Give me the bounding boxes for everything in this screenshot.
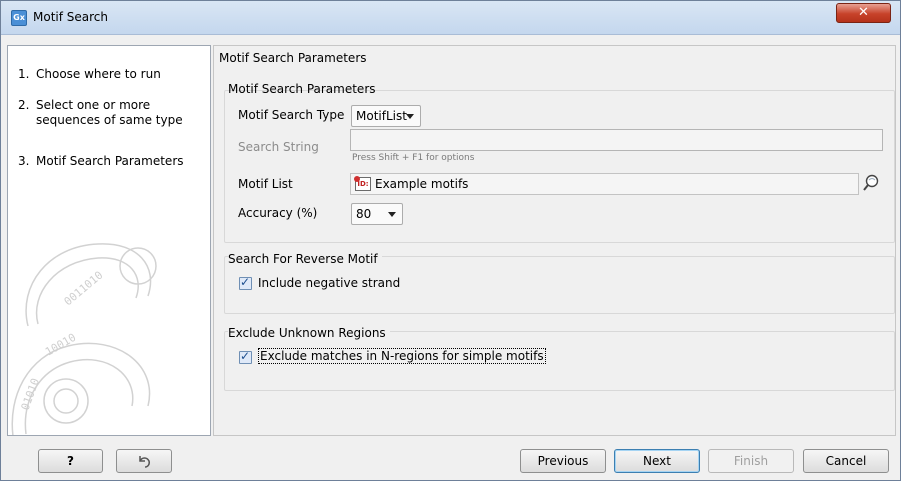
previous-button[interactable]: Previous bbox=[520, 449, 606, 473]
exclude-n-regions-checkbox[interactable]: ✓ bbox=[239, 349, 252, 364]
chevron-down-icon bbox=[406, 114, 414, 119]
reverse-motif-group-title: Search For Reverse Motif bbox=[228, 252, 382, 266]
svg-text:10010: 10010 bbox=[43, 331, 78, 359]
app-icon: Gx bbox=[11, 10, 27, 26]
exclude-n-regions-label[interactable]: Exclude matches in N-regions for simple … bbox=[258, 348, 546, 364]
motif-list-file-icon: ID: bbox=[354, 176, 371, 191]
title-bar[interactable]: Gx Motif Search ✕ bbox=[1, 1, 900, 35]
content-panel: Motif Search Parameters Motif Search Par… bbox=[213, 45, 896, 436]
step-label: Motif Search Parameters bbox=[36, 154, 184, 168]
focus-outline: Exclude matches in N-regions for simple … bbox=[258, 348, 546, 364]
chevron-down-icon bbox=[388, 212, 396, 217]
motif-search-type-dropdown[interactable]: MotifList bbox=[351, 105, 421, 127]
dropdown-value: MotifList bbox=[356, 109, 407, 123]
decorative-swirl-logo: 0011010 10010 01010 bbox=[11, 243, 157, 435]
step-label: Select one or more sequences of same typ… bbox=[36, 98, 183, 127]
checkmark-icon: ✓ bbox=[240, 275, 251, 289]
close-icon: ✕ bbox=[858, 5, 869, 20]
browse-icon[interactable] bbox=[862, 174, 880, 192]
next-button[interactable]: Next bbox=[614, 449, 700, 473]
help-label: ? bbox=[67, 454, 74, 468]
search-string-input[interactable] bbox=[350, 129, 883, 151]
step-number: 1. bbox=[18, 67, 30, 81]
help-button[interactable]: ? bbox=[38, 449, 103, 473]
finish-button[interactable]: Finish bbox=[708, 449, 794, 473]
motif-search-type-label: Motif Search Type bbox=[238, 108, 345, 122]
step-number: 3. bbox=[18, 154, 30, 168]
search-string-label: Search String bbox=[238, 140, 319, 154]
motif-list-value: Example motifs bbox=[375, 177, 469, 191]
accuracy-label: Accuracy (%) bbox=[238, 206, 318, 220]
params-group-title: Motif Search Parameters bbox=[228, 82, 376, 96]
dropdown-value: 80 bbox=[356, 207, 372, 221]
cancel-button[interactable]: Cancel bbox=[803, 449, 889, 473]
checkmark-icon: ✓ bbox=[240, 349, 251, 363]
step-label: Choose where to run bbox=[36, 67, 161, 81]
undo-icon bbox=[139, 456, 150, 468]
include-negative-strand-label[interactable]: Include negative strand bbox=[258, 276, 400, 290]
close-button[interactable]: ✕ bbox=[836, 3, 891, 23]
unknown-regions-group-title: Exclude Unknown Regions bbox=[228, 326, 390, 340]
step-number: 2. bbox=[18, 98, 30, 112]
search-string-hint: Press Shift + F1 for options bbox=[352, 153, 475, 163]
motif-list-label: Motif List bbox=[238, 177, 293, 191]
window-title: Motif Search bbox=[33, 10, 108, 24]
motif-list-field[interactable]: ID: Example motifs bbox=[350, 173, 859, 195]
page-title: Motif Search Parameters bbox=[219, 51, 367, 65]
motif-search-dialog: Gx Motif Search ✕ 1. Choose where to run… bbox=[0, 0, 901, 481]
reset-button[interactable] bbox=[116, 449, 172, 473]
accuracy-dropdown[interactable]: 80 bbox=[351, 203, 403, 225]
include-negative-strand-checkbox[interactable]: ✓ bbox=[239, 275, 252, 290]
wizard-steps-panel: 1. Choose where to run 2. Select one or … bbox=[7, 45, 211, 436]
svg-text:0011010: 0011010 bbox=[62, 269, 106, 309]
